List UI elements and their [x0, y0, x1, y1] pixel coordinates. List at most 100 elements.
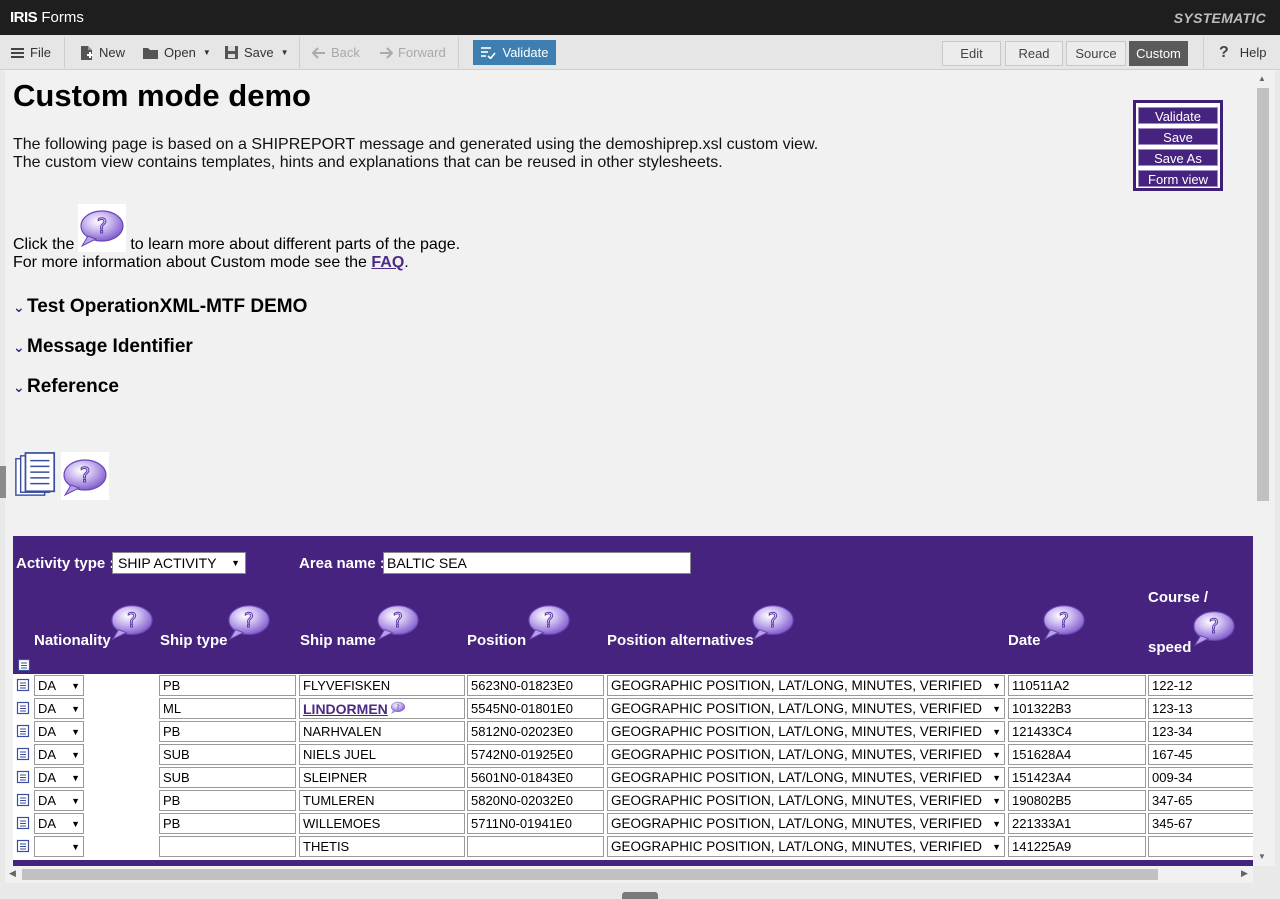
scroll-right-icon[interactable]: ▶: [1241, 868, 1248, 879]
date-field[interactable]: 110511A2: [1008, 675, 1146, 696]
validate-toolbar-button[interactable]: Validate: [473, 40, 556, 65]
nationality-select[interactable]: DA ▼: [34, 721, 84, 742]
activity-type-select[interactable]: SHIP ACTIVITY ▼: [112, 552, 246, 574]
tab-custom[interactable]: Custom: [1129, 41, 1188, 66]
ship-type-field[interactable]: [159, 836, 296, 857]
side-panel-toggle[interactable]: [0, 466, 6, 498]
help-bubble-icon[interactable]: [388, 701, 406, 717]
scroll-up-icon[interactable]: ▲: [1258, 74, 1266, 83]
course-speed-field[interactable]: 345-67: [1148, 813, 1253, 834]
course-speed-field[interactable]: 347-65: [1148, 790, 1253, 811]
ship-type-field[interactable]: ML: [159, 698, 296, 719]
ship-name-link[interactable]: LINDORMEN: [303, 701, 388, 717]
back-button[interactable]: Back: [312, 35, 360, 70]
bottom-panel-toggle[interactable]: [622, 892, 658, 899]
position-field[interactable]: 5545N0-01801E0: [467, 698, 604, 719]
area-name-input[interactable]: BALTIC SEA: [383, 552, 691, 574]
nationality-select[interactable]: DA ▼: [34, 675, 84, 696]
row-document-icon[interactable]: [16, 747, 30, 766]
course-speed-field[interactable]: 167-45: [1148, 744, 1253, 765]
side-save-button[interactable]: Save: [1138, 128, 1218, 145]
date-field[interactable]: 151423A4: [1008, 767, 1146, 788]
row-document-icon[interactable]: [16, 770, 30, 789]
position-alternatives-select[interactable]: GEOGRAPHIC POSITION, LAT/LONG, MINUTES, …: [607, 675, 1005, 696]
position-alternatives-select[interactable]: GEOGRAPHIC POSITION, LAT/LONG, MINUTES, …: [607, 744, 1005, 765]
faq-link[interactable]: FAQ: [371, 254, 404, 271]
course-speed-field[interactable]: 122-12: [1148, 675, 1253, 696]
nationality-select[interactable]: DA ▼: [34, 790, 84, 811]
forward-button[interactable]: Forward: [379, 35, 446, 70]
date-field[interactable]: 151628A4: [1008, 744, 1146, 765]
horizontal-scrollbar[interactable]: ◀ ▶: [5, 866, 1253, 883]
position-field[interactable]: 5623N0-01823E0: [467, 675, 604, 696]
add-row-icon[interactable]: [17, 658, 31, 672]
help-bubble-icon[interactable]: [526, 602, 572, 642]
position-alternatives-select[interactable]: GEOGRAPHIC POSITION, LAT/LONG, MINUTES, …: [607, 721, 1005, 742]
help-bubble-icon[interactable]: [61, 452, 109, 500]
date-field[interactable]: 190802B5: [1008, 790, 1146, 811]
ship-type-field[interactable]: SUB: [159, 767, 296, 788]
section-reference[interactable]: ⌄ Reference: [13, 376, 119, 398]
ship-name-field[interactable]: THETIS: [299, 836, 465, 857]
ship-name-field[interactable]: NIELS JUEL: [299, 744, 465, 765]
tab-source[interactable]: Source: [1066, 41, 1126, 66]
position-field[interactable]: 5820N0-02032E0: [467, 790, 604, 811]
open-button[interactable]: Open ▼: [142, 35, 211, 70]
row-document-icon[interactable]: [16, 678, 30, 697]
new-button[interactable]: New: [79, 35, 125, 70]
help-bubble-icon[interactable]: [1041, 602, 1087, 642]
help-bubble-icon[interactable]: [109, 602, 155, 642]
vertical-scrollbar[interactable]: ▲ ▼: [1253, 70, 1275, 866]
row-document-icon[interactable]: [16, 793, 30, 812]
nationality-select[interactable]: ▼: [34, 836, 84, 857]
position-alternatives-select[interactable]: GEOGRAPHIC POSITION, LAT/LONG, MINUTES, …: [607, 836, 1005, 857]
row-document-icon[interactable]: [16, 816, 30, 835]
save-button[interactable]: Save ▼: [224, 35, 289, 70]
nationality-select[interactable]: DA ▼: [34, 744, 84, 765]
ship-name-field[interactable]: SLEIPNER: [299, 767, 465, 788]
date-field[interactable]: 141225A9: [1008, 836, 1146, 857]
scroll-down-icon[interactable]: ▼: [1258, 852, 1266, 861]
position-field[interactable]: [467, 836, 604, 857]
scroll-left-icon[interactable]: ◀: [9, 868, 16, 879]
position-field[interactable]: 5601N0-01843E0: [467, 767, 604, 788]
ship-type-field[interactable]: PB: [159, 813, 296, 834]
help-bubble-icon[interactable]: [226, 602, 272, 642]
position-alternatives-select[interactable]: GEOGRAPHIC POSITION, LAT/LONG, MINUTES, …: [607, 767, 1005, 788]
side-save-as-button[interactable]: Save As: [1138, 149, 1218, 166]
vertical-scroll-thumb[interactable]: [1257, 88, 1269, 501]
ship-name-field[interactable]: FLYVEFISKEN: [299, 675, 465, 696]
position-field[interactable]: 5711N0-01941E0: [467, 813, 604, 834]
ship-type-field[interactable]: PB: [159, 721, 296, 742]
side-form-view-button[interactable]: Form view: [1138, 170, 1218, 187]
course-speed-field[interactable]: 123-34: [1148, 721, 1253, 742]
help-bubble-icon[interactable]: [750, 602, 796, 642]
tab-edit[interactable]: Edit: [942, 41, 1001, 66]
side-validate-button[interactable]: Validate: [1138, 107, 1218, 124]
row-document-icon[interactable]: [16, 724, 30, 743]
help-bubble-icon[interactable]: [1191, 608, 1237, 648]
ship-name-field[interactable]: NARHVALEN: [299, 721, 465, 742]
section-message-identifier[interactable]: ⌄ Message Identifier: [13, 336, 193, 358]
course-speed-field[interactable]: [1148, 836, 1253, 857]
date-field[interactable]: 221333A1: [1008, 813, 1146, 834]
nationality-select[interactable]: DA ▼: [34, 698, 84, 719]
document-stack-icon[interactable]: [13, 450, 59, 500]
ship-name-field[interactable]: TUMLEREN: [299, 790, 465, 811]
position-alternatives-select[interactable]: GEOGRAPHIC POSITION, LAT/LONG, MINUTES, …: [607, 790, 1005, 811]
course-speed-field[interactable]: 009-34: [1148, 767, 1253, 788]
nationality-select[interactable]: DA ▼: [34, 767, 84, 788]
ship-name-field[interactable]: LINDORMEN: [299, 698, 465, 719]
position-alternatives-select[interactable]: GEOGRAPHIC POSITION, LAT/LONG, MINUTES, …: [607, 698, 1005, 719]
ship-name-field[interactable]: WILLEMOES: [299, 813, 465, 834]
file-menu-button[interactable]: File: [11, 35, 51, 70]
row-document-icon[interactable]: [16, 701, 30, 720]
date-field[interactable]: 101322B3: [1008, 698, 1146, 719]
tab-read[interactable]: Read: [1005, 41, 1063, 66]
section-test-operation[interactable]: ⌄ Test OperationXML-MTF DEMO: [13, 296, 307, 318]
position-field[interactable]: 5742N0-01925E0: [467, 744, 604, 765]
position-field[interactable]: 5812N0-02023E0: [467, 721, 604, 742]
help-bubble-icon[interactable]: [375, 602, 421, 642]
position-alternatives-select[interactable]: GEOGRAPHIC POSITION, LAT/LONG, MINUTES, …: [607, 813, 1005, 834]
ship-type-field[interactable]: PB: [159, 675, 296, 696]
